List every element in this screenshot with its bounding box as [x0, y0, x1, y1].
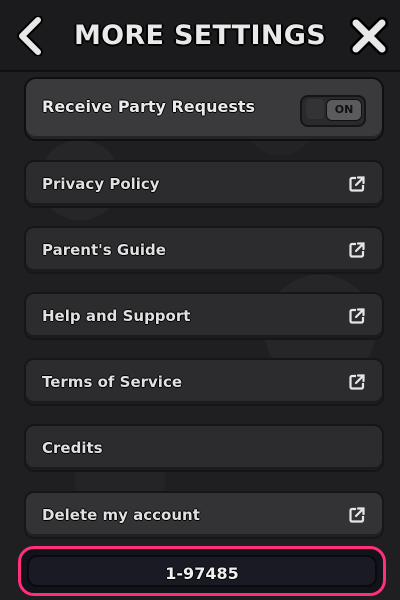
external-link-icon: [349, 374, 365, 390]
player-id-bar[interactable]: 1-97485: [18, 546, 386, 596]
back-button[interactable]: [12, 14, 48, 58]
party-requests-label: Receive Party Requests: [42, 97, 256, 116]
menu-item-label: Delete my account: [42, 506, 200, 524]
external-link-icon: [349, 308, 365, 324]
player-id-text: 1-97485: [165, 564, 239, 583]
menu-item-label: Privacy Policy: [42, 175, 160, 193]
player-id-inner: 1-97485: [27, 555, 377, 587]
menu-item-label: Credits: [42, 439, 103, 457]
menu-item-credits[interactable]: Credits: [24, 424, 384, 472]
menu-item-label: Terms of Service: [42, 373, 183, 391]
menu-item-terms-of-service[interactable]: Terms of Service: [24, 358, 384, 406]
menu-item-delete-account[interactable]: Delete my account: [24, 491, 384, 539]
toggle-track: [306, 99, 324, 119]
external-link-icon: [349, 242, 365, 258]
page-title: MORE SETTINGS: [74, 20, 326, 51]
toggle-state: ON: [326, 99, 362, 121]
close-button[interactable]: [348, 14, 390, 58]
chevron-left-icon: [17, 16, 43, 56]
external-link-icon: [349, 176, 365, 192]
menu-item-privacy-policy[interactable]: Privacy Policy: [24, 160, 384, 208]
close-icon: [350, 17, 388, 55]
party-requests-card: Receive Party Requests ON: [24, 77, 384, 141]
menu-item-parents-guide[interactable]: Parent's Guide: [24, 226, 384, 274]
header: MORE SETTINGS: [0, 0, 400, 72]
menu-item-label: Parent's Guide: [42, 241, 166, 259]
party-requests-toggle[interactable]: ON: [300, 95, 366, 127]
menu-item-label: Help and Support: [42, 307, 191, 325]
menu-item-help-and-support[interactable]: Help and Support: [24, 292, 384, 340]
external-link-icon: [349, 507, 365, 523]
